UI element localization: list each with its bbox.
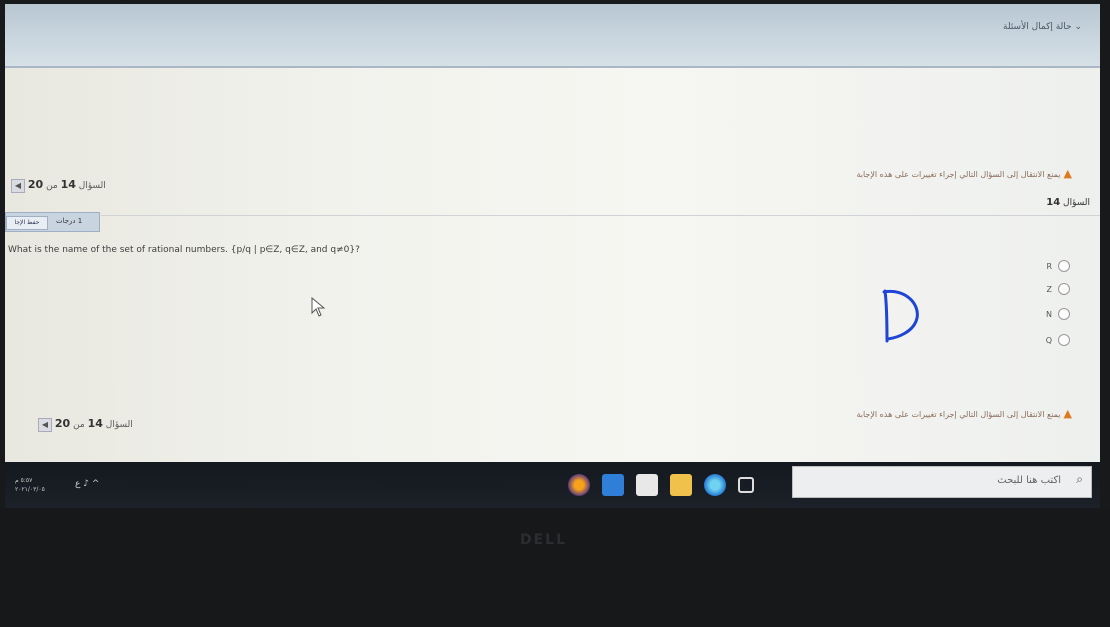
- windows-taskbar: ٥:٥٧ م ٢٠٢١/٠٣/٠٥ ع ♪ ^ اكتب هنا للبحث ⌕: [5, 462, 1100, 508]
- question-pager-bottom: السؤال 14 من 20 ◀: [35, 417, 133, 432]
- save-answer-button[interactable]: حفظ الإجا: [6, 216, 48, 230]
- collapse-chevron-icon[interactable]: ⌄: [1072, 22, 1082, 32]
- question-divider: [101, 215, 1100, 216]
- photo-frame: ⌄ حالة إكمال الأسئلة ▲يمنع الانتقال إلى …: [0, 0, 1110, 627]
- volume-icon[interactable]: ♪: [83, 479, 89, 489]
- task-view-icon[interactable]: [738, 477, 754, 493]
- edge-icon[interactable]: [704, 474, 726, 496]
- browser-screen: ⌄ حالة إكمال الأسئلة ▲يمنع الانتقال إلى …: [5, 4, 1100, 464]
- question-heading: السؤال 14: [1046, 197, 1090, 208]
- warning-icon: ▲: [1063, 167, 1072, 180]
- store-icon[interactable]: [636, 474, 658, 496]
- handwritten-d-mark: [882, 289, 919, 343]
- clock[interactable]: ٥:٥٧ م ٢٠٢١/٠٣/٠٥: [15, 476, 45, 494]
- completion-status-link[interactable]: ⌄ حالة إكمال الأسئلة: [1003, 22, 1082, 32]
- question-pager-top: السؤال 14 من 20 ◀: [8, 178, 106, 193]
- system-tray[interactable]: ع ♪ ^: [75, 479, 99, 489]
- mouse-cursor-icon: [311, 297, 326, 317]
- chevron-up-icon[interactable]: ^: [92, 479, 100, 489]
- points-label: 1 درجات: [56, 217, 83, 225]
- warning-icon: ▲: [1063, 407, 1072, 420]
- navigation-warning-bottom: ▲يمنع الانتقال إلى السؤال التالي إجراء ت…: [856, 407, 1072, 420]
- language-indicator[interactable]: ع: [75, 479, 80, 489]
- prev-question-button[interactable]: ◀: [11, 179, 25, 193]
- option-n[interactable]: N: [1046, 308, 1070, 320]
- firefox-icon[interactable]: [568, 474, 590, 496]
- taskbar-apps: [568, 471, 754, 499]
- mail-icon[interactable]: [602, 474, 624, 496]
- search-icon: ⌕: [1076, 472, 1083, 486]
- windows-search-input[interactable]: اكتب هنا للبحث ⌕: [792, 466, 1092, 498]
- option-q[interactable]: Q: [1046, 334, 1070, 346]
- laptop-bezel: [0, 508, 1110, 627]
- navigation-warning: ▲يمنع الانتقال إلى السؤال التالي إجراء ت…: [856, 167, 1072, 180]
- radio-z[interactable]: [1058, 283, 1070, 295]
- option-z[interactable]: Z: [1047, 283, 1070, 295]
- question-points-box: حفظ الإجا 1 درجات: [5, 212, 100, 232]
- quiz-header-bar: ⌄ حالة إكمال الأسئلة: [5, 4, 1100, 68]
- radio-n[interactable]: [1058, 308, 1070, 320]
- prev-question-button-bottom[interactable]: ◀: [38, 418, 52, 432]
- radio-q[interactable]: [1058, 334, 1070, 346]
- option-r[interactable]: R: [1046, 260, 1070, 272]
- dell-logo: DELL: [520, 532, 568, 548]
- question-text: What is the name of the set of rational …: [8, 245, 360, 255]
- explorer-icon[interactable]: [670, 474, 692, 496]
- radio-r[interactable]: [1058, 260, 1070, 272]
